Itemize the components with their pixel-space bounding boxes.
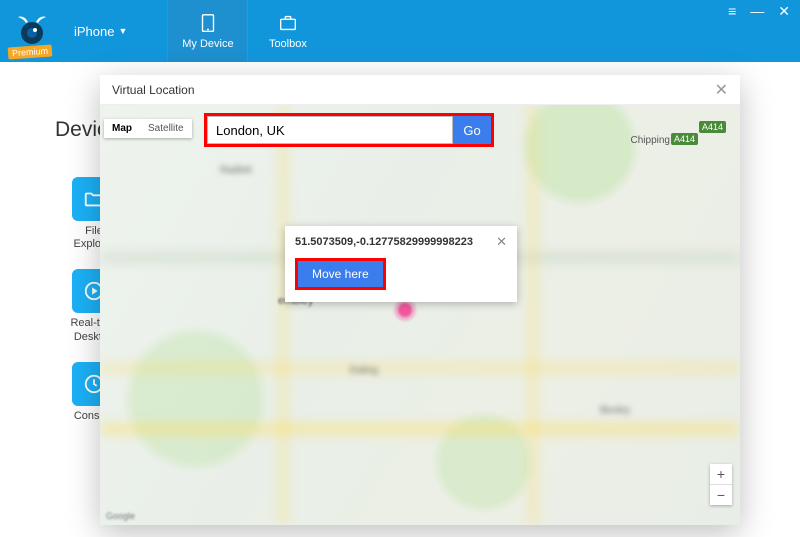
app-header: Premium iPhone ▼ My Device Toolbox ≡ — ✕ xyxy=(0,0,800,62)
minimize-button[interactable]: — xyxy=(750,4,764,18)
chevron-down-icon: ▼ xyxy=(118,26,127,36)
map-type-toggle: Map Satellite xyxy=(104,119,192,138)
move-here-button[interactable]: Move here xyxy=(298,261,383,287)
coordinates-text: 51.5073509,-0.12775829999998223 xyxy=(295,236,490,248)
modal-close-button[interactable]: ✕ xyxy=(715,80,728,100)
content-area: Device File Explorer Real-time Desktop C… xyxy=(0,62,800,537)
map-town-label: Chipping xyxy=(631,135,670,146)
premium-badge: Premium xyxy=(8,44,53,59)
road-badge: A414 xyxy=(671,133,698,145)
nav-tabs: My Device Toolbox xyxy=(167,0,327,62)
device-selector[interactable]: iPhone ▼ xyxy=(64,0,137,62)
map-canvas[interactable]: Radlett Ealing Bexley Map Satellite Go A… xyxy=(100,105,740,525)
map-labels-layer: Radlett Ealing Bexley xyxy=(100,105,740,525)
close-button[interactable]: ✕ xyxy=(778,4,790,18)
google-attribution: Google xyxy=(106,511,135,521)
device-selector-label: iPhone xyxy=(74,24,114,39)
briefcase-icon xyxy=(277,12,299,34)
location-popup: 51.5073509,-0.12775829999998223 ✕ Move h… xyxy=(285,226,517,302)
road-badge: A414 xyxy=(699,121,726,133)
modal-header: Virtual Location ✕ xyxy=(100,75,740,105)
tab-label: Toolbox xyxy=(269,38,307,50)
tab-toolbox[interactable]: Toolbox xyxy=(247,0,327,62)
zoom-control: + − xyxy=(710,464,732,505)
map-type-satellite[interactable]: Satellite xyxy=(140,119,192,138)
zoom-in-button[interactable]: + xyxy=(710,464,732,484)
move-here-highlight: Move here xyxy=(295,258,386,290)
tab-label: My Device xyxy=(182,38,233,50)
location-search-group: Go xyxy=(204,113,494,147)
virtual-location-modal: Virtual Location ✕ Radlett Ealing Bexley… xyxy=(100,75,740,525)
menu-icon[interactable]: ≡ xyxy=(728,4,736,18)
window-controls: ≡ — ✕ xyxy=(728,0,800,62)
zoom-out-button[interactable]: − xyxy=(710,484,732,505)
logo-area: Premium xyxy=(0,0,64,62)
popup-close-button[interactable]: ✕ xyxy=(496,234,507,250)
go-button[interactable]: Go xyxy=(453,116,491,144)
location-search-input[interactable] xyxy=(207,116,453,144)
tab-my-device[interactable]: My Device xyxy=(167,0,247,62)
tablet-icon xyxy=(197,12,219,34)
map-type-map[interactable]: Map xyxy=(104,119,140,138)
modal-title: Virtual Location xyxy=(112,83,195,97)
